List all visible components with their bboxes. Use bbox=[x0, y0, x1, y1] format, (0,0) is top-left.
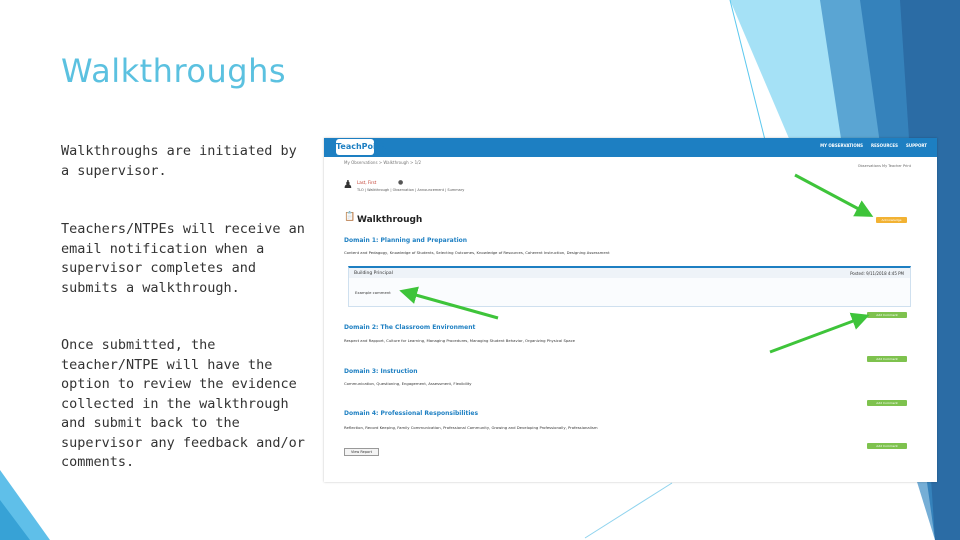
arrow-to-acknowledge bbox=[794, 173, 874, 217]
arrow-overlay bbox=[399, 173, 874, 354]
arrow-to-add-comment bbox=[769, 312, 870, 354]
arrow-to-evidence bbox=[399, 286, 499, 320]
